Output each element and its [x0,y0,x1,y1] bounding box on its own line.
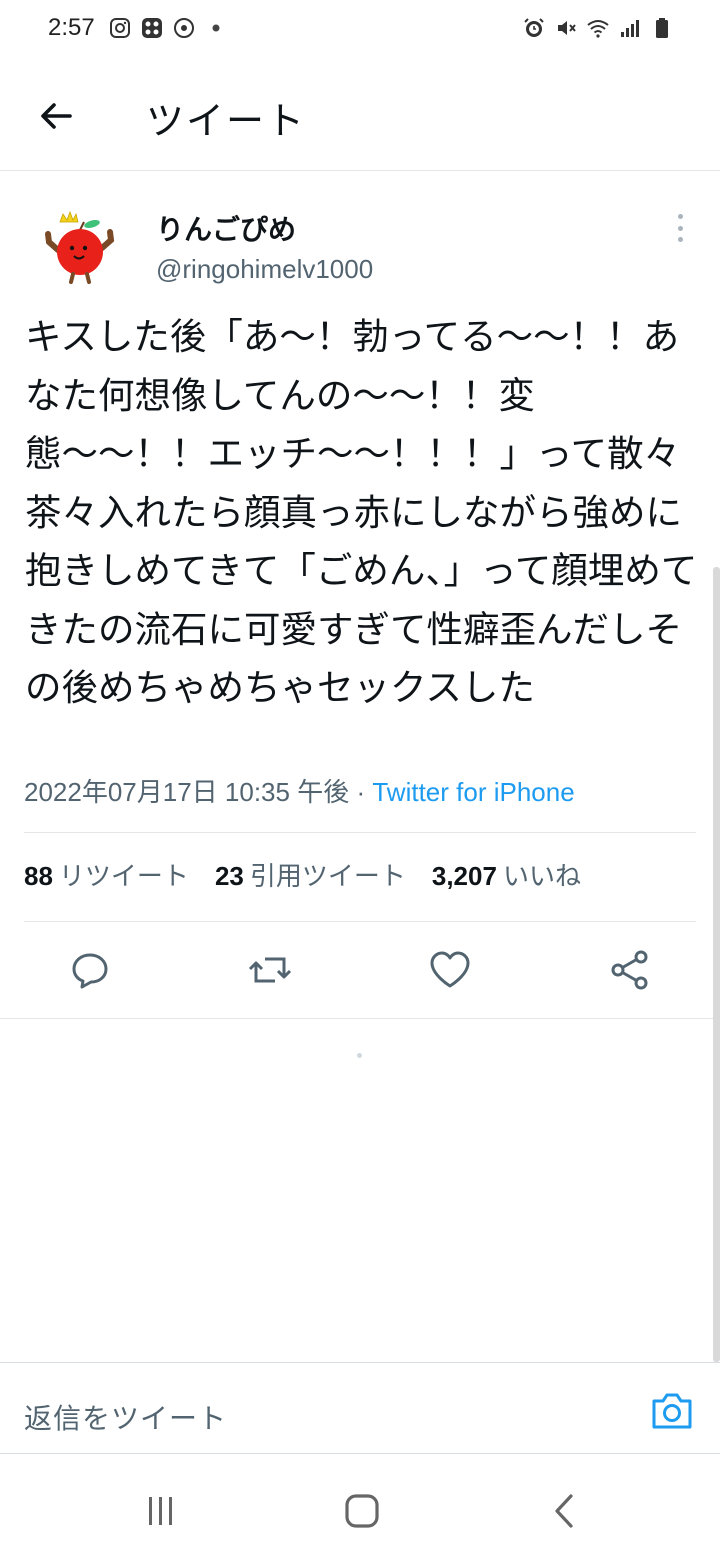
retweet-button[interactable] [248,948,292,992]
reply-button[interactable] [68,948,112,992]
divider [0,1018,720,1019]
dot-icon [204,16,228,40]
quote-label: 引用ツイート [249,862,406,892]
more-dot [677,225,683,231]
more-options-button[interactable] [668,212,692,244]
like-label: いいね [502,862,581,892]
share-button[interactable] [608,948,652,992]
app-grid-icon [140,16,164,40]
apple-mascot-image [40,208,120,288]
back-button[interactable] [32,92,80,140]
avatar[interactable] [40,208,120,288]
user-handle[interactable]: @ringohimelv1000 [156,254,373,285]
camera-icon [652,1393,692,1429]
like-icon [430,951,470,988]
retweet-count: 88 [24,861,53,891]
page-title: ツイート [146,99,307,143]
reply-input[interactable]: 返信をツイート [24,1397,227,1437]
meta-separator: · [356,777,366,807]
like-button[interactable] [428,948,472,992]
share-icon [611,950,648,990]
retweet-label: リツイート [58,862,189,892]
recent-apps-button[interactable] [141,1493,181,1529]
tweet-meta: 2022年07月17日 10:35 午後 · Twitter for iPhon… [24,772,575,809]
recent-apps-icon [149,1497,172,1525]
battery-icon [650,16,674,40]
more-dot [677,237,683,242]
quote-count: 23 [214,861,244,891]
sync-icon [172,16,196,40]
system-back-button[interactable] [544,1493,584,1529]
camera-button[interactable] [650,1391,694,1431]
alarm-icon [522,16,546,40]
tweet-text: キスした後「あ〜！勃ってる〜〜！！あなた何想像してんの〜〜！！変態〜〜！！エッチ… [25,315,698,709]
tweet-timestamp[interactable]: 2022年07月17日 10:35 午後 [24,777,349,807]
like-count: 3,207 [431,861,497,891]
instagram-icon [108,16,132,40]
arrow-left-icon [41,103,72,129]
signal-icon [618,16,642,40]
back-icon [555,1494,573,1528]
status-left-icons [108,16,228,40]
quote-count-link[interactable]: 23 引用ツイート [215,856,406,893]
user-display-name[interactable]: りんごぴめ [156,208,296,248]
status-right-icons [522,16,674,40]
home-icon [345,1494,379,1528]
more-dots-icon [677,214,683,219]
loading-indicator [357,1053,362,1058]
retweet-icon [248,957,292,983]
reply-bar: 返信をツイート [0,1362,720,1454]
divider [24,832,696,833]
retweet-count-link[interactable]: 88 リツイート [24,856,189,893]
tweet-stats: 88 リツイート 23 引用ツイート 3,207 いいね [24,856,581,893]
home-button[interactable] [342,1493,382,1529]
tweet-actions [0,948,720,992]
scrollbar[interactable] [713,567,720,1362]
status-time: 2:57 [48,14,95,41]
top-header: ツイート [0,60,720,171]
mute-icon [554,16,578,40]
status-bar: 2:57 [0,0,720,60]
tweet-source[interactable]: Twitter for iPhone [372,777,574,807]
wifi-icon [586,16,610,40]
system-nav-bar [0,1455,720,1560]
divider [24,921,696,922]
reply-icon [72,953,108,989]
like-count-link[interactable]: 3,207 いいね [432,856,581,893]
